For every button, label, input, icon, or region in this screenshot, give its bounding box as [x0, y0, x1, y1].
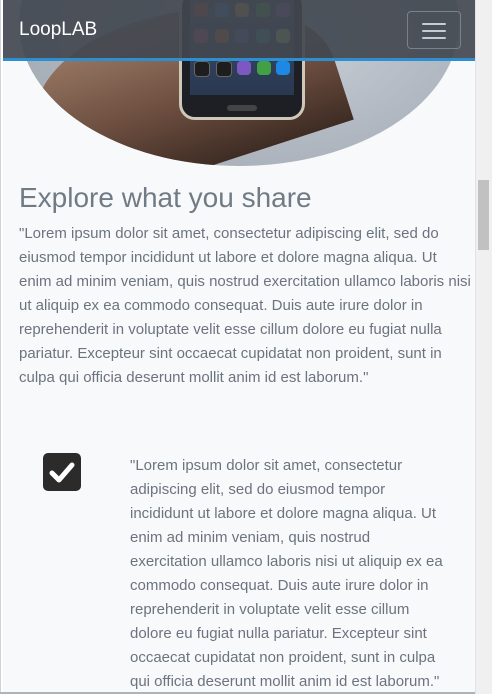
- scrollbar-thumb[interactable]: [478, 180, 489, 250]
- intro-paragraph: "Lorem ipsum dolor sit amet, consectetur…: [19, 225, 471, 386]
- app-icon: [256, 61, 271, 75]
- brand-logo[interactable]: LoopLAB: [19, 19, 97, 41]
- app-icon: [215, 61, 232, 77]
- app-icon: [237, 61, 251, 75]
- navbar-toggle-button[interactable]: [407, 11, 461, 49]
- window-frame-left: [0, 0, 1, 694]
- app-icon: [276, 61, 290, 75]
- browser-viewport: Explore what you share "Lorem ipsum dolo…: [0, 0, 492, 694]
- top-navbar: LoopLAB: [3, 0, 479, 61]
- app-icon: [194, 61, 210, 77]
- hamburger-menu-icon: [422, 30, 446, 32]
- hamburger-menu-icon: [422, 37, 446, 39]
- section-heading: Explore what you share: [19, 182, 312, 213]
- feature-paragraph: "Lorem ipsum dolor sit amet, consectetur…: [130, 457, 443, 690]
- phone-home-button: [227, 105, 257, 111]
- page-content: Explore what you share "Lorem ipsum dolo…: [3, 0, 475, 694]
- check-square-icon: [43, 453, 81, 491]
- vertical-scrollbar[interactable]: [475, 0, 492, 694]
- hamburger-menu-icon: [422, 23, 446, 25]
